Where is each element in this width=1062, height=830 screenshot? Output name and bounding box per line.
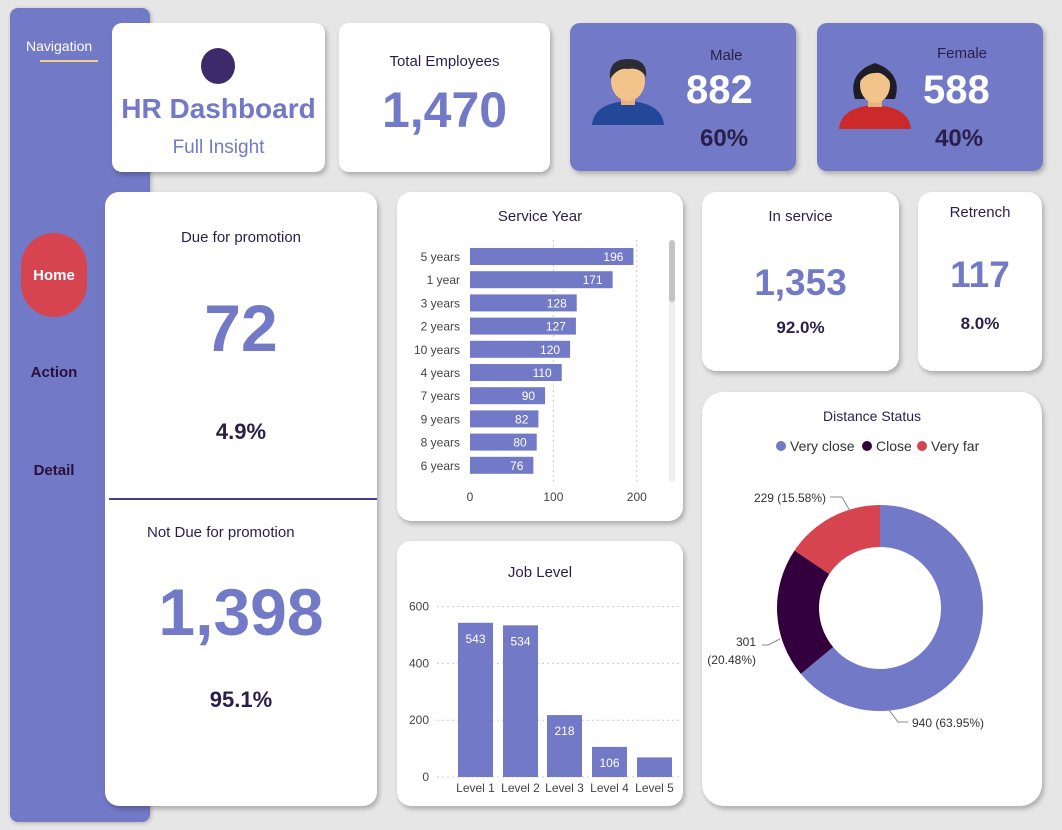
distance-legend-marker (917, 441, 927, 451)
distance-legend-label: Very close (790, 438, 855, 454)
job-level-category-label: Level 2 (501, 781, 540, 795)
not-due-promotion-percent: 95.1% (209, 687, 273, 712)
job-level-chart: 0 200 400 600 543 Level 1 534 Level 2 218 Level 3… (409, 600, 679, 795)
male-percent: 60% (700, 125, 749, 152)
female-avatar-icon (839, 63, 911, 129)
service-year-scrollbar (669, 240, 675, 302)
service-year-category-label: 8 years (421, 436, 460, 450)
nav-home-button[interactable]: Home (21, 233, 87, 317)
retrench-card: Retrench 117 8.0% (918, 192, 1042, 371)
dashboard-title: HR Dashboard (121, 93, 316, 124)
due-promotion-value: 72 (204, 291, 278, 365)
male-avatar-icon (592, 59, 664, 125)
due-promotion-label: Due for promotion (180, 229, 302, 246)
male-label: Male (710, 47, 743, 64)
service-year-data-label: 80 (513, 436, 527, 450)
job-level-category-label: Level 5 (635, 781, 674, 795)
distance-data-label: (20.48%) (707, 653, 756, 667)
service-year-category-label: 1 year (427, 273, 460, 287)
service-year-x-tick: 200 (627, 490, 647, 504)
due-promotion-percent: 4.9% (215, 419, 267, 444)
navigation-title: Navigation (26, 38, 93, 54)
service-year-data-label: 171 (583, 273, 603, 287)
title-card: HR Dashboard Full Insight (112, 23, 325, 172)
service-year-category-label: 7 years (421, 389, 460, 403)
job-level-category-label: Level 1 (456, 781, 495, 795)
female-percent: 40% (935, 125, 984, 152)
total-employees-value: 1,470 (381, 82, 508, 138)
distance-legend-label: Very far (931, 438, 980, 454)
in-service-percent: 92.0% (776, 318, 825, 337)
service-year-x-tick: 0 (467, 490, 474, 504)
distance-status-card: Distance Status Very close Close Very far 9… (702, 392, 1042, 806)
promotion-card: Due for promotion 72 4.9% Not Due for pr… (105, 192, 377, 806)
retrench-value: 117 (950, 254, 1010, 295)
service-year-data-label: 82 (515, 412, 529, 426)
in-service-value: 1,353 (754, 262, 847, 303)
distance-data-label: 940 (63.95%) (912, 716, 984, 730)
in-service-card: In service 1,353 92.0% (702, 192, 899, 371)
male-card: Male 882 60% (570, 23, 796, 171)
job-level-data-label: 106 (599, 756, 619, 770)
service-year-category-label: 9 years (421, 412, 460, 426)
service-year-category-label: 6 years (421, 459, 460, 473)
service-year-category-label: 5 years (421, 250, 460, 264)
distance-legend-marker (862, 441, 872, 451)
service-year-category-label: 4 years (421, 366, 460, 380)
service-year-data-label: 90 (522, 389, 536, 403)
nav-action-button[interactable]: Action (10, 364, 98, 381)
job-level-y-tick: 0 (422, 770, 429, 784)
not-due-promotion-label: Not Due for promotion (147, 524, 295, 541)
distance-data-label: 301 (736, 635, 756, 649)
distance-legend-marker (776, 441, 786, 451)
not-due-promotion-value: 1,398 (158, 575, 324, 649)
service-year-chart: 0 100 200 5 years 196 1 year 171 3 years 128 2 ye… (414, 240, 675, 504)
job-level-y-tick: 600 (409, 600, 429, 614)
total-employees-label: Total Employees (389, 53, 500, 70)
job-level-card: Job Level 0 200 400 600 543 Level 1 534 Level 2… (397, 541, 683, 806)
job-level-data-label: 534 (510, 634, 530, 648)
service-year-bar (470, 456, 534, 474)
job-level-bar (637, 757, 672, 777)
in-service-label: In service (768, 208, 833, 225)
service-year-data-label: 196 (603, 250, 623, 264)
job-level-y-tick: 400 (409, 656, 429, 670)
service-year-data-label: 127 (546, 320, 566, 334)
service-year-data-label: 120 (540, 343, 560, 357)
job-level-category-label: Level 4 (590, 781, 629, 795)
service-year-category-label: 10 years (414, 343, 460, 357)
dashboard-subtitle: Full Insight (172, 137, 265, 158)
retrench-percent: 8.0% (960, 314, 1000, 333)
navigation-underline (40, 60, 98, 62)
distance-data-label: 229 (15.58%) (754, 491, 826, 505)
retrench-label: Retrench (949, 204, 1011, 221)
job-level-data-label: 543 (465, 632, 485, 646)
job-level-data-label: 218 (554, 724, 574, 738)
female-label: Female (937, 45, 988, 62)
service-year-data-label: 110 (533, 366, 552, 380)
service-year-category-label: 2 years (421, 320, 460, 334)
distance-leader-line (888, 709, 908, 723)
service-year-card: Service Year 0 100 200 5 years 196 1 year 171 3… (397, 192, 683, 521)
total-employees-card: Total Employees 1,470 (339, 23, 550, 172)
promotion-divider (109, 498, 377, 500)
nav-detail-button[interactable]: Detail (10, 462, 98, 479)
service-year-data-label: 76 (510, 459, 524, 473)
male-value: 882 (686, 68, 753, 112)
female-card: Female 588 40% (817, 23, 1043, 171)
distance-leader-line (830, 496, 851, 512)
distance-legend-label: Close (876, 438, 912, 454)
distance-status-chart: Very close Close Very far 940 (63.95%) 301 (2… (707, 438, 984, 730)
distance-leader-line (762, 638, 781, 646)
job-level-y-tick: 200 (409, 713, 429, 727)
service-year-data-label: 128 (547, 296, 567, 310)
logo-icon (201, 48, 235, 84)
service-year-category-label: 3 years (421, 296, 460, 310)
service-year-x-tick: 100 (543, 490, 563, 504)
job-level-category-label: Level 3 (545, 781, 584, 795)
job-level-bar (458, 622, 493, 777)
female-value: 588 (923, 68, 990, 112)
